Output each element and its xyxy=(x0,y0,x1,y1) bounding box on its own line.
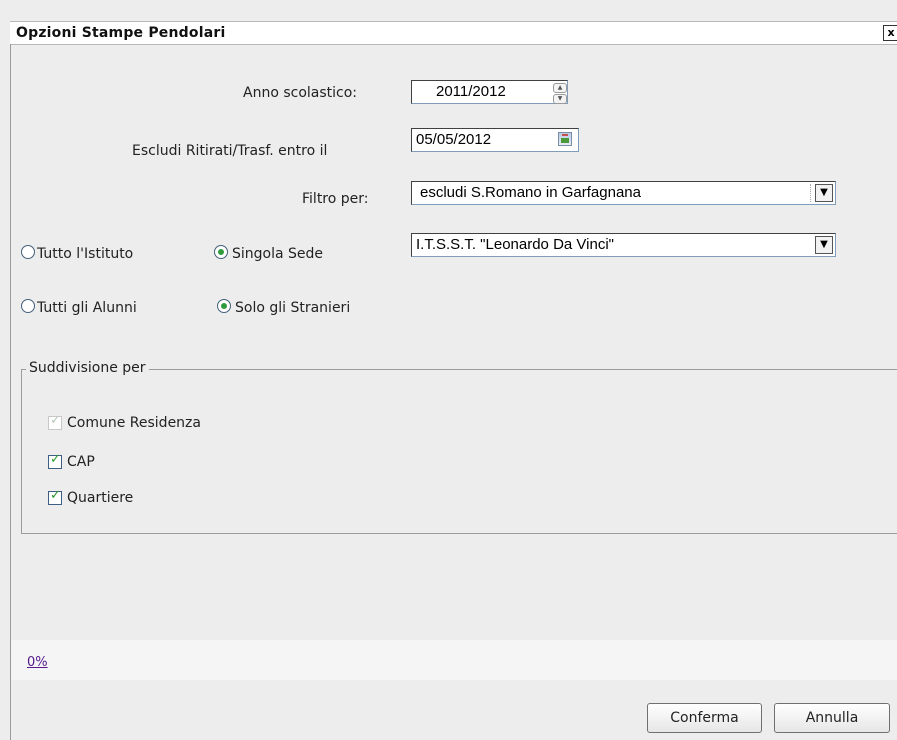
conferma-button[interactable]: Conferma xyxy=(647,703,762,733)
tutto-istituto-label: Tutto l'Istituto xyxy=(37,246,134,262)
close-button[interactable]: x xyxy=(883,25,897,41)
progress-percent[interactable]: 0% xyxy=(27,655,48,670)
sede-value: I.T.S.S.T. "Leonardo Da Vinci" xyxy=(416,236,614,253)
anno-spinner[interactable]: ▲ ▼ xyxy=(553,83,567,104)
check-icon: ✓ xyxy=(50,488,61,503)
calendar-icon[interactable] xyxy=(558,132,572,146)
tutti-alunni-label: Tutti gli Alunni xyxy=(37,300,137,316)
anno-scolastico-stepper[interactable]: 2011/2012 ▲ ▼ xyxy=(411,80,568,104)
spin-down-icon[interactable]: ▼ xyxy=(553,94,567,104)
radio-solo-stranieri[interactable] xyxy=(217,299,231,313)
anno-scolastico-value: 2011/2012 xyxy=(436,83,506,100)
radio-tutti-alunni[interactable] xyxy=(21,299,35,313)
opzioni-stampe-dialog: Opzioni Stampe Pendolari x Anno scolasti… xyxy=(0,0,897,740)
singola-sede-label: Singola Sede xyxy=(232,246,324,262)
sede-select[interactable]: I.T.S.S.T. "Leonardo Da Vinci" ▼ xyxy=(411,233,836,257)
checkbox-cap[interactable]: ✓ xyxy=(48,452,62,469)
escludi-date-value: 05/05/2012 xyxy=(416,131,492,148)
suddivisione-fieldset xyxy=(21,369,897,534)
dialog-titlebar: Opzioni Stampe Pendolari x xyxy=(10,21,897,45)
suddivisione-legend: Suddivisione per xyxy=(26,360,149,376)
filtro-per-select[interactable]: escludi S.Romano in Garfagnana ▼ xyxy=(411,181,836,205)
radio-singola-sede[interactable] xyxy=(214,245,228,259)
comune-residenza-label: Comune Residenza xyxy=(67,415,201,431)
anno-scolastico-label: Anno scolastico: xyxy=(243,85,358,101)
checkbox-quartiere[interactable]: ✓ xyxy=(48,488,62,505)
quartiere-label: Quartiere xyxy=(67,490,134,506)
spin-up-icon[interactable]: ▲ xyxy=(553,83,567,93)
dialog-title: Opzioni Stampe Pendolari xyxy=(16,25,226,41)
solo-stranieri-label: Solo gli Stranieri xyxy=(235,300,351,316)
escludi-ritirati-label: Escludi Ritirati/Trasf. entro il xyxy=(132,143,328,159)
annulla-button[interactable]: Annulla xyxy=(774,703,890,733)
checkbox-comune-residenza[interactable]: ✓ xyxy=(48,413,62,430)
dialog-border xyxy=(10,44,11,740)
filtro-per-label: Filtro per: xyxy=(302,191,369,207)
select-divider xyxy=(810,184,812,202)
filtro-per-value: escludi S.Romano in Garfagnana xyxy=(420,184,641,201)
check-icon: ✓ xyxy=(50,452,61,467)
radio-tutto-istituto[interactable] xyxy=(21,245,35,259)
escludi-date-field[interactable]: 05/05/2012 xyxy=(411,128,579,152)
close-icon: x xyxy=(887,26,895,39)
check-icon: ✓ xyxy=(50,413,61,428)
chevron-down-icon[interactable]: ▼ xyxy=(815,184,833,202)
chevron-down-icon[interactable]: ▼ xyxy=(815,236,833,254)
cap-label: CAP xyxy=(67,454,95,470)
progress-area: 0% xyxy=(11,640,897,680)
